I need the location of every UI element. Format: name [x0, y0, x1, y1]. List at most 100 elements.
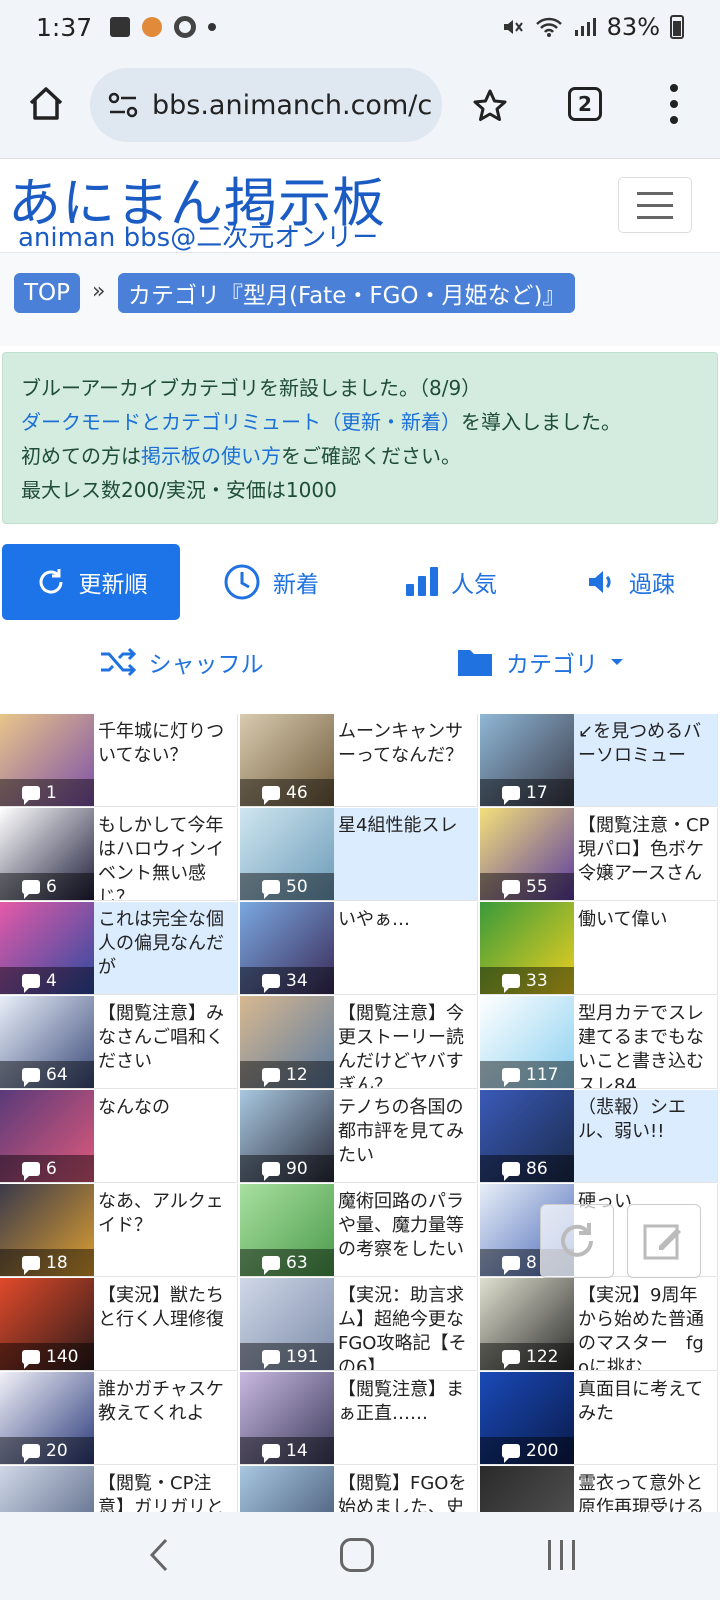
thread-thumbnail[interactable]: 34	[240, 902, 334, 994]
bookmark-button[interactable]	[470, 86, 510, 126]
thread-card[interactable]: 64 【閲覧注意】みなさんご唱和ください	[0, 996, 238, 1089]
sort-popular-button[interactable]: 人気	[386, 544, 516, 620]
thread-title[interactable]: ↙を見つめるバーソロミュー	[578, 720, 714, 768]
thread-thumbnail[interactable]: 17	[480, 714, 574, 806]
thread-thumbnail[interactable]: 63	[240, 1184, 334, 1276]
thread-title[interactable]: なんなの	[98, 1096, 234, 1120]
thread-card[interactable]: 191 【実況：助言求ム】超絶今更なFGO攻略記【その6】	[240, 1278, 478, 1371]
sort-sparse-button[interactable]: 過疎	[566, 544, 696, 620]
sort-new-button[interactable]: 新着	[206, 544, 336, 620]
thread-title[interactable]: ムーンキャンサーってなんだ？	[338, 720, 474, 768]
breadcrumb-top-link[interactable]: TOP	[14, 273, 81, 313]
thread-title[interactable]: もしかして今年はハロウィンイベント無い感じ？	[98, 814, 234, 900]
shuffle-button[interactable]: シャッフル	[86, 624, 276, 700]
thread-title[interactable]: 魔術回路のパラや量、魔力量等の考察をしたい	[338, 1190, 474, 1262]
thread-card[interactable]: 霊衣って意外と原作再現受ける	[480, 1466, 718, 1512]
thread-thumbnail[interactable]: 191	[240, 1278, 334, 1370]
thread-card[interactable]: 122 【実況】9周年から始めた普通のマスター fgoに挑む	[480, 1278, 718, 1371]
thread-card[interactable]: 50 星4組性能スレ	[240, 808, 478, 901]
nav-toggle-button[interactable]	[618, 177, 692, 233]
thread-card[interactable]: 6 もしかして今年はハロウィンイベント無い感じ？	[0, 808, 238, 901]
thread-thumbnail[interactable]: 4	[0, 902, 94, 994]
thread-card[interactable]: 55 【閲覧注意・CP現パロ】色ボケ令嬢アースさん	[480, 808, 718, 901]
thread-card[interactable]: 【閲覧】FGOを始めました、史	[240, 1466, 478, 1512]
thread-card[interactable]: 17 ↙を見つめるバーソロミュー	[480, 714, 718, 807]
thread-title[interactable]: 【閲覧注意】今更ストーリー読んだけどヤバすぎん？	[338, 1002, 474, 1088]
thread-title[interactable]: 【閲覧注意・CP現パロ】色ボケ令嬢アースさん	[578, 814, 714, 886]
category-dropdown-button[interactable]: カテゴリ	[440, 624, 640, 700]
thread-card[interactable]: 34 いやぁ…	[240, 902, 478, 995]
thread-thumbnail[interactable]: 1	[0, 714, 94, 806]
thread-title[interactable]: 【閲覧注意】まぁ正直……	[338, 1378, 474, 1426]
thread-title[interactable]: いやぁ…	[338, 908, 474, 932]
thread-thumbnail[interactable]: 18	[0, 1184, 94, 1276]
thread-card[interactable]: 20 誰かガチャスケ教えてくれよ	[0, 1372, 238, 1465]
browser-home-button[interactable]	[26, 84, 66, 124]
thread-card[interactable]: 1 千年城に灯りついてない？	[0, 714, 238, 807]
tab-switcher-button[interactable]: 2	[568, 87, 602, 121]
thread-title[interactable]: 【閲覧・CP注意】ガリガリと	[98, 1472, 234, 1512]
thread-thumbnail[interactable]: 55	[480, 808, 574, 900]
thread-title[interactable]: 型月カテでスレ建てるまでもないこと書き込むスレ84	[578, 1002, 714, 1088]
home-button[interactable]	[340, 1538, 374, 1572]
thread-card[interactable]: 【閲覧・CP注意】ガリガリと	[0, 1466, 238, 1512]
thread-card[interactable]: 86 （悲報）シエル、弱い!!	[480, 1090, 718, 1183]
thread-thumbnail[interactable]: 86	[480, 1090, 574, 1182]
thread-thumbnail[interactable]: 122	[480, 1278, 574, 1370]
thread-title[interactable]: 【実況】獣たちと行く人理修復	[98, 1284, 234, 1332]
thread-card[interactable]: 14 【閲覧注意】まぁ正直……	[240, 1372, 478, 1465]
thread-card[interactable]: 63 魔術回路のパラや量、魔力量等の考察をしたい	[240, 1184, 478, 1277]
back-button[interactable]	[148, 1538, 170, 1576]
recent-apps-button[interactable]	[548, 1540, 575, 1570]
breadcrumb-category-link[interactable]: カテゴリ『型月(Fate・FGO・月姫など)』	[118, 273, 576, 313]
thread-card[interactable]: 6 なんなの	[0, 1090, 238, 1183]
thread-thumbnail[interactable]: 6	[0, 1090, 94, 1182]
thread-card[interactable]: 140 【実況】獣たちと行く人理修復	[0, 1278, 238, 1371]
thread-title[interactable]: テノちの各国の都市評を見てみたい	[338, 1096, 474, 1168]
thread-card[interactable]: 12 【閲覧注意】今更ストーリー読んだけどヤバすぎん？	[240, 996, 478, 1089]
thread-title[interactable]: 千年城に灯りついてない？	[98, 720, 234, 768]
thread-title[interactable]: 星4組性能スレ	[338, 814, 474, 838]
thread-thumbnail[interactable]: 12	[240, 996, 334, 1088]
thread-title[interactable]: 働いて偉い	[578, 908, 714, 932]
thread-thumbnail[interactable]: 14	[240, 1372, 334, 1464]
thread-thumbnail[interactable]	[240, 1466, 334, 1512]
thread-card[interactable]: 200 真面目に考えてみた	[480, 1372, 718, 1465]
thread-title[interactable]: 霊衣って意外と原作再現受ける	[578, 1472, 714, 1512]
thread-thumbnail[interactable]: 200	[480, 1372, 574, 1464]
thread-title[interactable]: （悲報）シエル、弱い!!	[578, 1096, 714, 1144]
thread-thumbnail[interactable]: 50	[240, 808, 334, 900]
usage-guide-link[interactable]: 掲示板の使い方	[141, 444, 281, 468]
thread-title[interactable]: 【閲覧】FGOを始めました、史	[338, 1472, 474, 1512]
thread-card[interactable]: 33 働いて偉い	[480, 902, 718, 995]
browser-menu-button[interactable]	[668, 84, 680, 124]
thread-title[interactable]: なあ、アルクェイド？	[98, 1190, 234, 1238]
thread-card[interactable]: 90 テノちの各国の都市評を見てみたい	[240, 1090, 478, 1183]
thread-title[interactable]: これは完全な個人の偏見なんだが	[98, 908, 234, 980]
new-thread-fab[interactable]	[627, 1204, 701, 1278]
thread-card[interactable]: 18 なあ、アルクェイド？	[0, 1184, 238, 1277]
thread-card[interactable]: 4 これは完全な個人の偏見なんだが	[0, 902, 238, 995]
thread-thumbnail[interactable]	[480, 1466, 574, 1512]
thread-thumbnail[interactable]: 33	[480, 902, 574, 994]
thread-thumbnail[interactable]: 140	[0, 1278, 94, 1370]
thread-card[interactable]: 46 ムーンキャンサーってなんだ？	[240, 714, 478, 807]
thread-thumbnail[interactable]: 90	[240, 1090, 334, 1182]
thread-thumbnail[interactable]: 6	[0, 808, 94, 900]
thread-title[interactable]: 真面目に考えてみた	[578, 1378, 714, 1426]
darkmode-link[interactable]: ダークモードとカテゴリミュート（更新・新着）	[21, 410, 461, 434]
reload-fab[interactable]	[540, 1204, 614, 1278]
thread-title[interactable]: 【実況】9周年から始めた普通のマスター fgoに挑む	[578, 1284, 714, 1370]
site-settings-icon[interactable]	[108, 91, 138, 119]
thread-thumbnail[interactable]: 46	[240, 714, 334, 806]
thread-card[interactable]: 117 型月カテでスレ建てるまでもないこと書き込むスレ84	[480, 996, 718, 1089]
thread-title[interactable]: 【実況：助言求ム】超絶今更なFGO攻略記【その6】	[338, 1284, 474, 1370]
sort-updated-button[interactable]: 更新順	[2, 544, 180, 620]
thread-thumbnail[interactable]	[0, 1466, 94, 1512]
thread-thumbnail[interactable]: 117	[480, 996, 574, 1088]
thread-thumbnail[interactable]: 20	[0, 1372, 94, 1464]
thread-title[interactable]: 誰かガチャスケ教えてくれよ	[98, 1378, 234, 1426]
address-bar[interactable]: bbs.animanch.com/c	[90, 68, 442, 142]
thread-title[interactable]: 【閲覧注意】みなさんご唱和ください	[98, 1002, 234, 1074]
thread-thumbnail[interactable]: 64	[0, 996, 94, 1088]
